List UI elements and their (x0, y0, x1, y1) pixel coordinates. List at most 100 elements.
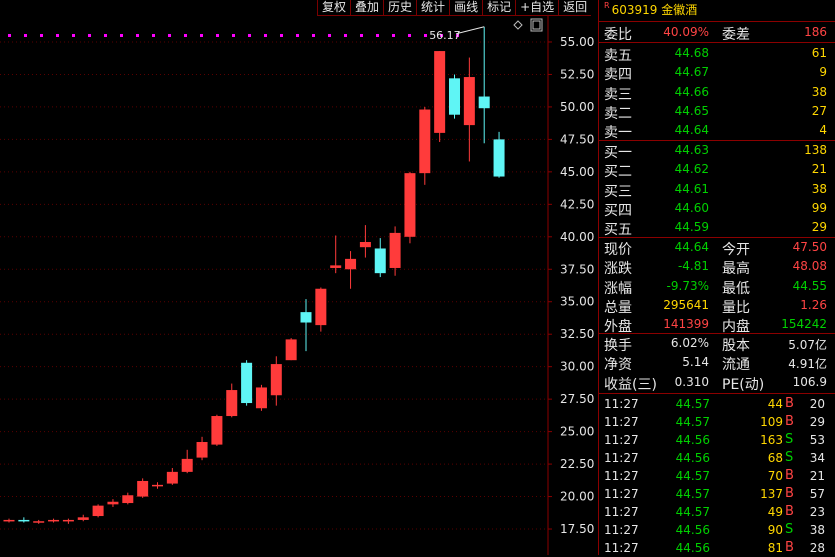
y-tick-label: 20.00 (560, 490, 594, 504)
ask-row[interactable]: 卖五 44.68 61 (598, 44, 835, 64)
candle-body (166, 471, 178, 484)
ask-price: 44.67 (674, 65, 709, 80)
limit-dot (248, 34, 251, 37)
limit-dot (232, 34, 235, 37)
bid-volume: 21 (811, 162, 827, 177)
limit-dot (264, 34, 267, 37)
ask-label: 卖四 (604, 67, 632, 84)
limit-dot (8, 34, 11, 37)
tick-side: B (785, 468, 794, 483)
toolbar-button-3[interactable]: 统计 (416, 0, 450, 16)
candle-body (315, 288, 327, 326)
ask-row[interactable]: 卖三 44.66 38 (598, 83, 835, 103)
tick-row: 11:27 44.57 137 B 57 (598, 485, 835, 503)
stat-label: 总量 (604, 299, 632, 316)
fundamental-label: 净资 (604, 357, 632, 374)
candle-body (374, 248, 386, 274)
weibi-value: 40.09% (663, 25, 709, 39)
candle-body (18, 519, 30, 522)
stat-value: 141399 (663, 317, 709, 332)
toolbar-button-5[interactable]: 标记 (482, 0, 516, 16)
stat-row: 涨跌 -4.81 最高 48.08 (598, 257, 835, 278)
stat-value-2: 44.55 (792, 278, 827, 293)
bid-row[interactable]: 买三 44.61 38 (598, 180, 835, 200)
ask-row[interactable]: 卖四 44.67 9 (598, 63, 835, 84)
candlestick-chart[interactable]: 55.00 52.50 50.00 47.50 45.00 42.50 40.00 37.50… (0, 16, 598, 555)
bid-price: 44.62 (674, 162, 709, 177)
toolbar-button-4[interactable]: 画线 (449, 0, 483, 16)
ask-price: 44.64 (674, 123, 709, 138)
candle-body (255, 387, 267, 409)
tick-price: 44.56 (675, 523, 710, 537)
limit-dot (40, 34, 43, 37)
candle-body (107, 501, 119, 505)
candle-body (92, 505, 104, 517)
bid-row[interactable]: 买一 44.63 138 (598, 141, 835, 161)
candle-body (122, 495, 134, 504)
stat-value: 44.64 (674, 240, 709, 254)
bid-row[interactable]: 买四 44.60 99 (598, 199, 835, 219)
stat-label-2: 量比 (722, 299, 750, 316)
limit-dot (296, 34, 299, 37)
y-tick-label: 22.50 (560, 457, 594, 471)
bid-row[interactable]: 买五 44.59 29 (598, 218, 835, 238)
bid-label: 买一 (604, 145, 632, 161)
bid-label: 买四 (604, 202, 632, 219)
candle-body (285, 339, 297, 361)
toolbar-button-6[interactable]: +自选 (515, 0, 559, 16)
bid-price: 44.61 (674, 181, 709, 196)
tick-count: 57 (809, 487, 825, 501)
ask-label: 卖三 (604, 86, 632, 103)
tick-volume: 90 (767, 523, 783, 537)
ask-volume: 9 (819, 65, 827, 80)
fundamental-value-2: 4.91亿 (788, 357, 827, 372)
fundamental-value-2: 106.9 (792, 374, 827, 389)
ask-row[interactable]: 卖一 44.64 4 (598, 121, 835, 141)
ask-volume: 38 (811, 84, 827, 99)
tick-side: B (785, 540, 794, 555)
stock-name: 金徽酒 (661, 3, 698, 17)
bid-label: 买二 (604, 164, 632, 181)
toolbar-button-7[interactable]: 返回 (558, 0, 592, 16)
y-tick-label: 45.00 (560, 165, 594, 179)
tick-time: 11:27 (604, 523, 639, 537)
toolbar-button-2[interactable]: 历史 (383, 0, 417, 16)
tick-time: 11:27 (604, 541, 639, 555)
ask-volume: 27 (811, 103, 827, 118)
tick-time: 11:27 (604, 433, 639, 447)
tick-volume: 109 (760, 415, 783, 429)
stat-row: 现价 44.64 今开 47.50 (598, 238, 835, 258)
tick-price: 44.57 (675, 505, 710, 519)
limit-dot (424, 34, 427, 37)
ask-row[interactable]: 卖二 44.65 27 (598, 102, 835, 122)
stat-value: -4.81 (677, 259, 709, 274)
stat-label: 涨跌 (604, 261, 632, 278)
tick-price: 44.57 (675, 469, 710, 483)
fundamental-value: 6.02% (670, 336, 709, 350)
fundamental-label-2: PE(动) (722, 376, 765, 393)
candle-body (330, 265, 342, 268)
y-tick-label: 30.00 (560, 360, 594, 374)
weicha-value: 186 (804, 25, 827, 39)
bid-volume: 99 (811, 200, 827, 215)
bid-volume: 38 (811, 181, 827, 196)
toolbar-button-1[interactable]: 叠加 (350, 0, 384, 16)
tick-side: B (785, 486, 794, 501)
stock-code: 603919 (611, 3, 658, 17)
limit-dot (24, 34, 27, 37)
ask-label: 卖二 (604, 105, 632, 122)
fundamental-label-2: 股本 (722, 338, 750, 354)
limit-dot (344, 34, 347, 37)
toolbar-button-0[interactable]: 复权 (317, 0, 351, 16)
bid-volume: 29 (811, 220, 827, 235)
tick-count: 20 (809, 397, 825, 411)
stat-value-2: 48.08 (792, 259, 827, 274)
limit-dot (120, 34, 123, 37)
y-tick-label: 55.00 (560, 35, 594, 49)
tick-row: 11:27 44.56 90 S 38 (598, 521, 835, 539)
limit-dot (184, 34, 187, 37)
tick-side: B (785, 414, 794, 429)
candle-body (211, 416, 223, 445)
tick-volume: 70 (767, 469, 783, 483)
bid-row[interactable]: 买二 44.62 21 (598, 160, 835, 181)
